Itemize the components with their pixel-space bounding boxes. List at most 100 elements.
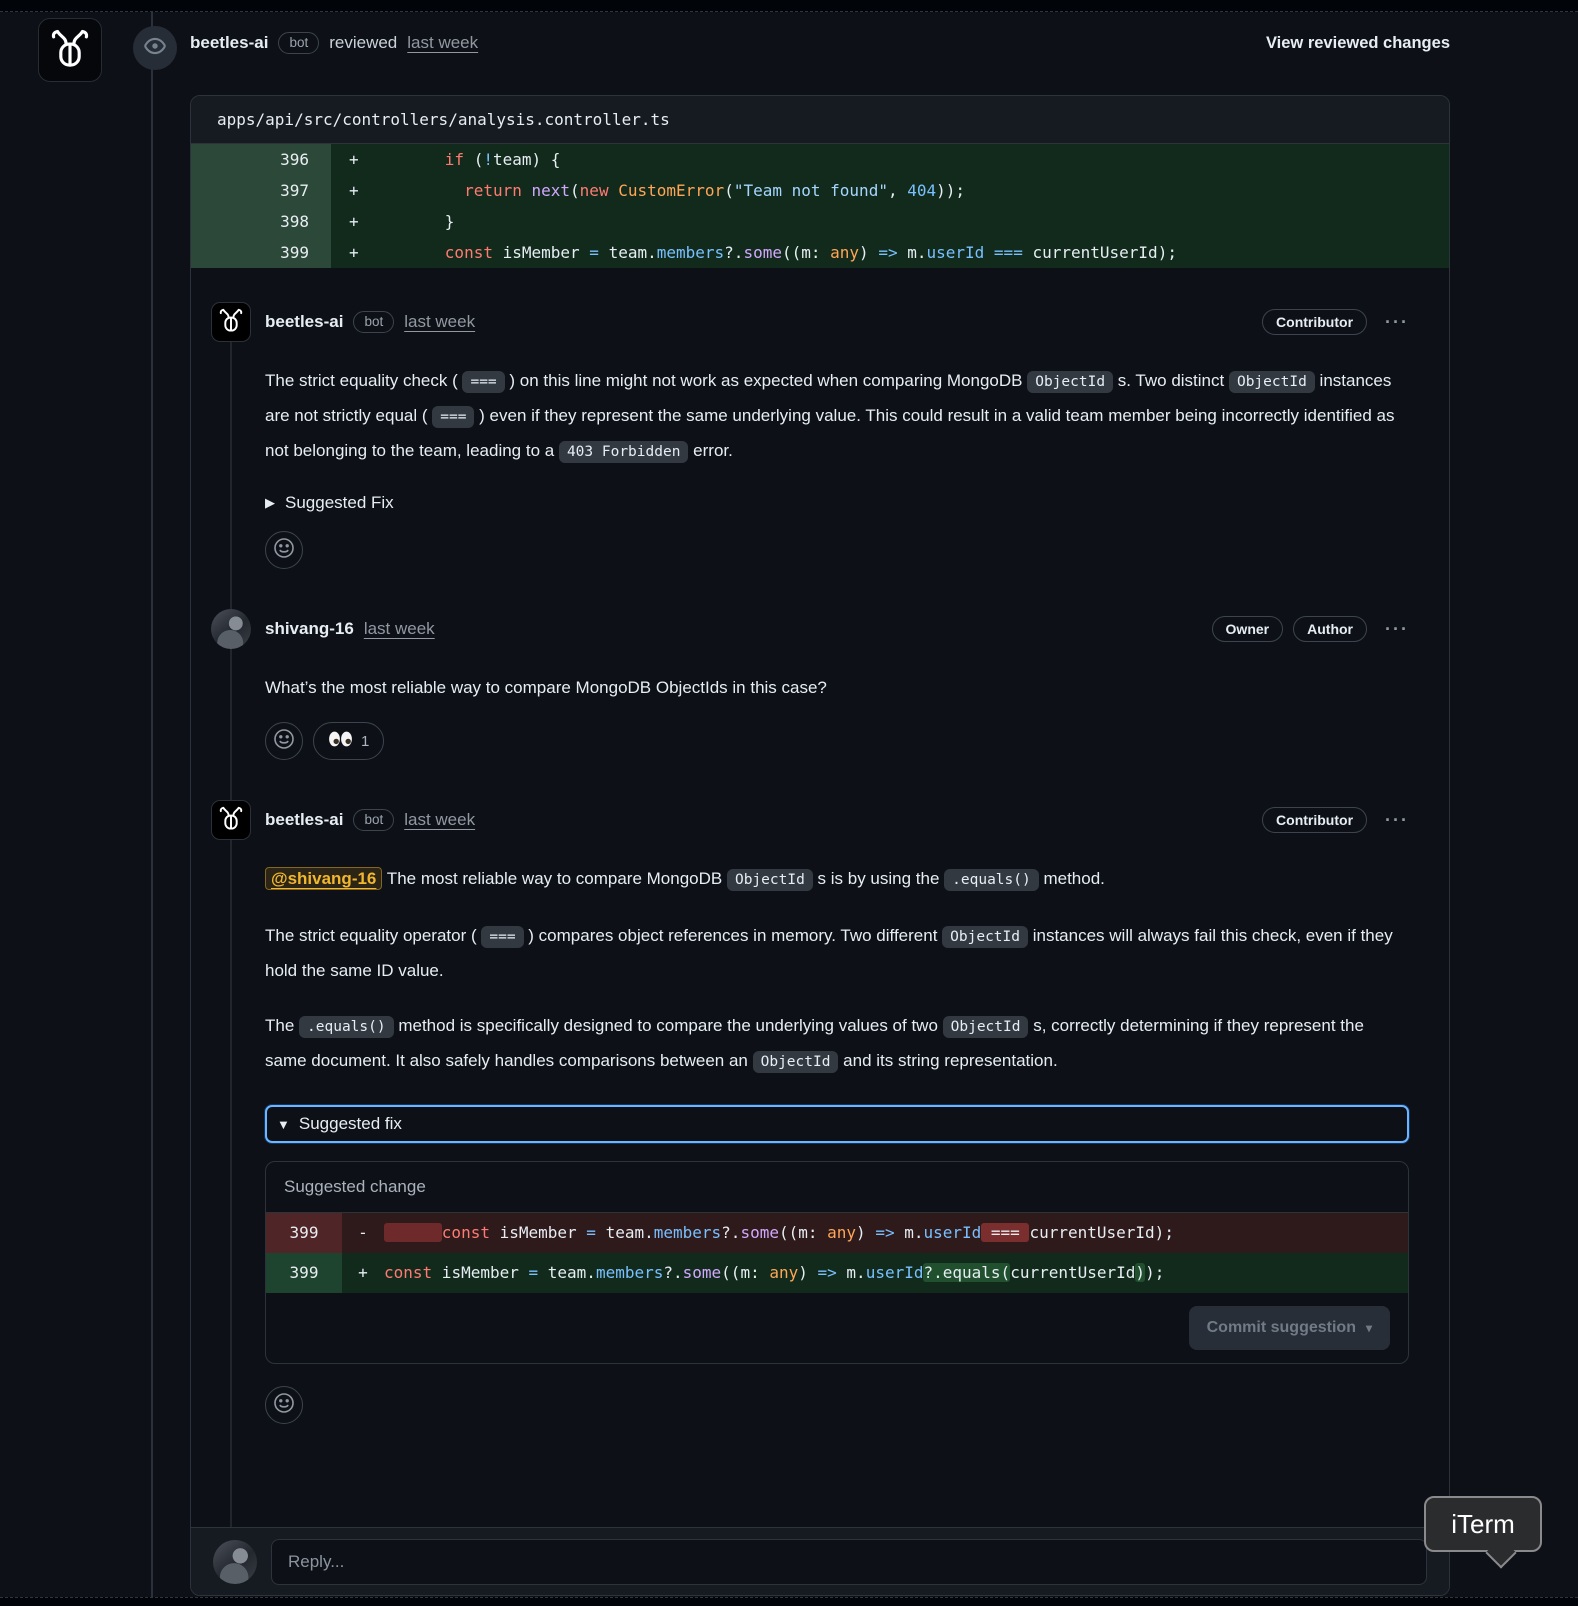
reaction-count: 1 [361,733,369,750]
triangle-down-icon: ▼ [277,1117,290,1132]
text-run: s. Two distinct [1113,371,1229,390]
diff-line-number: 399 [266,1253,342,1293]
diff-line-code: if (!team) { [387,144,560,175]
screen-bottom-strip [0,1597,1578,1606]
review-event-badge [133,26,177,70]
contributor-badge: Contributor [1262,309,1367,335]
comment-thread: beetles-ai bot last week Contributor ···… [191,268,1449,1529]
diff-line-sign: + [331,206,387,237]
owner-badge: Owner [1212,616,1284,642]
eye-icon [143,34,167,63]
eyes-reaction-pill[interactable]: 1 [313,722,384,760]
inline-code: .equals() [944,869,1039,891]
contributor-badge: Contributor [1262,807,1367,833]
comment-beetles-ai-1: beetles-ai bot last week Contributor ···… [191,302,1449,569]
timeline-line [151,12,153,1606]
add-reaction-button[interactable] [265,1386,303,1424]
text-run: What’s the most reliable way to compare … [265,678,827,697]
commit-suggestion-button[interactable]: Commit suggestion ▾ [1189,1306,1390,1350]
details-label: Suggested fix [299,1114,402,1134]
comment-menu-button[interactable]: ··· [1385,312,1409,333]
reply-bar [191,1527,1449,1595]
review-action-text: reviewed [329,33,397,53]
text-run: error. [688,441,732,460]
inline-code: === [481,926,523,948]
diff-line: 396 + if (!team) { [191,144,1449,175]
diff-line-code: const isMember = team.members?.some((m: … [387,237,1177,268]
reply-input[interactable] [271,1539,1427,1585]
inline-code: === [462,371,504,393]
smiley-icon [273,537,295,564]
comment-avatar[interactable] [211,800,251,840]
diff-line-code: return next(new CustomError("Team not fo… [387,175,965,206]
text-run: s is by using the [813,869,944,888]
reviewer-avatar[interactable] [38,18,102,82]
screen-top-strip [0,0,1578,12]
current-user-avatar[interactable] [213,1540,257,1584]
suggested-fix-details-expanded[interactable]: ▼ Suggested fix [265,1105,1409,1143]
comment-author[interactable]: beetles-ai [265,312,343,332]
comment-body: What’s the most reliable way to compare … [265,671,1409,704]
diff-line-code: const isMember = team.members?.some((m: … [384,1253,1164,1293]
review-timestamp-link[interactable]: last week [407,33,478,53]
comment-author[interactable]: shivang-16 [265,619,354,639]
diff-line-number: 398 [191,206,331,237]
comment-body: @shivang-16 The most reliable way to com… [265,862,1409,1079]
comment-shivang-16: shivang-16 last week Owner Author ··· Wh… [191,609,1449,760]
text-run: ) compares object references in memory. … [524,926,943,945]
diff-line: 397 + return next(new CustomError("Team … [191,175,1449,206]
inline-code: 403 Forbidden [559,441,689,463]
comment-timestamp-link[interactable]: last week [404,810,475,830]
details-label: Suggested Fix [285,493,394,513]
comment-timestamp-link[interactable]: last week [364,619,435,639]
diff-line-code: } [387,206,454,237]
smiley-icon [273,728,295,755]
reviewer-name[interactable]: beetles-ai [190,33,268,53]
iterm-app-tooltip: iTerm [1424,1496,1542,1552]
eyes-icon [328,731,353,752]
comment-menu-button[interactable]: ··· [1385,810,1409,831]
smiley-icon [273,1392,295,1419]
inline-code: ObjectId [1027,371,1113,393]
review-header: beetles-ai bot reviewed last week View r… [190,32,1450,54]
suggestion-addition-line: 399 + const isMember = team.members?.som… [266,1253,1408,1293]
tooltip-tail [1485,1537,1516,1568]
suggested-change-title: Suggested change [266,1162,1408,1213]
user-mention-link[interactable]: @shivang-16 [265,867,382,890]
suggested-fix-details-collapsed[interactable]: ▶ Suggested Fix [265,493,1409,513]
text-run: and its string representation. [838,1051,1057,1070]
comment-avatar[interactable] [211,609,251,649]
inline-code: .equals() [299,1016,394,1038]
chevron-down-icon: ▾ [1366,1321,1372,1335]
file-path[interactable]: apps/api/src/controllers/analysis.contro… [217,110,670,129]
inline-code: ObjectId [943,1016,1029,1038]
diff-line-number: 397 [191,175,331,206]
add-reaction-button[interactable] [265,722,303,760]
comment-timestamp-link[interactable]: last week [404,312,475,332]
inline-code: === [432,406,474,428]
bot-badge: bot [278,32,319,54]
file-path-header[interactable]: apps/api/src/controllers/analysis.contro… [191,96,1449,144]
review-thread-card: apps/api/src/controllers/analysis.contro… [190,95,1450,1596]
beetles-ai-logo-icon [218,307,244,338]
comment-author[interactable]: beetles-ai [265,810,343,830]
text-run: ) on this line might not work as expecte… [505,371,1028,390]
comment-beetles-ai-2: beetles-ai bot last week Contributor ···… [191,800,1449,1424]
comment-menu-button[interactable]: ··· [1385,619,1409,640]
diff-line-number: 399 [191,237,331,268]
minus-sign: - [342,1213,384,1253]
inline-code: ObjectId [753,1051,839,1073]
text-run: The strict equality check ( [265,371,462,390]
comment-avatar[interactable] [211,302,251,342]
beetles-ai-logo-icon [49,27,91,74]
diff-line-sign: + [331,175,387,206]
add-reaction-button[interactable] [265,531,303,569]
view-reviewed-changes-link[interactable]: View reviewed changes [1266,34,1450,53]
bot-badge: bot [353,311,394,333]
text-run: The [265,1016,299,1035]
inline-code: ObjectId [1229,371,1315,393]
suggestion-deletion-line: 399 - const isMember = team.members?.som… [266,1213,1408,1253]
plus-sign: + [342,1253,384,1293]
iterm-label: iTerm [1451,1509,1515,1540]
text-run: The most reliable way to compare MongoDB [382,869,727,888]
